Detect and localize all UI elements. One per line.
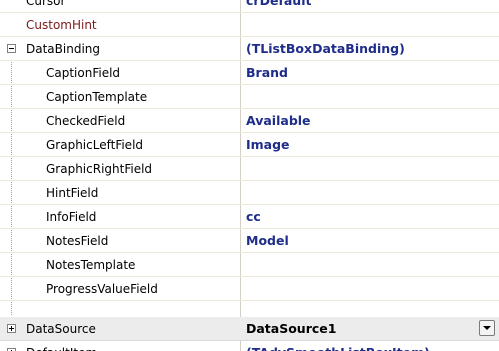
property-name: DefaultItem xyxy=(26,341,97,351)
property-row-databinding[interactable]: DataBinding (TListBoxDataBinding) xyxy=(0,37,499,61)
property-name: ProgressValueField xyxy=(46,282,158,296)
property-name: GraphicRightField xyxy=(46,162,153,176)
property-name: Cursor xyxy=(26,0,66,8)
property-name: DataBinding xyxy=(26,42,100,56)
property-name: DataSource xyxy=(26,322,96,336)
property-name: NotesField xyxy=(46,234,109,248)
property-name: GraphicLeftField xyxy=(46,138,144,152)
plus-box-icon[interactable] xyxy=(7,324,16,333)
property-row-graphicleftfield[interactable]: GraphicLeftField Image xyxy=(0,133,499,157)
property-row-checkedfield[interactable]: CheckedField Available xyxy=(0,109,499,133)
property-value[interactable]: Image xyxy=(246,133,290,157)
property-row-graphicrightfield[interactable]: GraphicRightField xyxy=(0,157,499,181)
property-row-cursor[interactable]: Cursor crDefault xyxy=(0,0,499,13)
property-row-progressvaluefield[interactable]: ProgressValueField xyxy=(0,277,499,301)
property-row-captionfield[interactable]: CaptionField Brand xyxy=(0,61,499,85)
property-value[interactable]: Available xyxy=(246,109,311,133)
property-name: NotesTemplate xyxy=(46,258,136,272)
property-value[interactable]: DataSource1 xyxy=(246,317,336,341)
property-value[interactable]: (TAdvSmoothListBoxItem) xyxy=(246,341,430,351)
property-row-captiontemplate[interactable]: CaptionTemplate xyxy=(0,85,499,109)
property-name: CaptionField xyxy=(46,66,121,80)
dropdown-arrow-icon[interactable] xyxy=(479,320,495,336)
property-value[interactable]: Brand xyxy=(246,61,288,85)
object-inspector: Cursor crDefault CustomHint DataBinding … xyxy=(0,0,499,351)
property-row-infofield[interactable]: InfoField cc xyxy=(0,205,499,229)
property-name: CaptionTemplate xyxy=(46,90,148,104)
property-row-defaultitem[interactable]: DefaultItem (TAdvSmoothListBoxItem) xyxy=(0,341,499,351)
property-value[interactable]: Model xyxy=(246,229,289,253)
property-row-customhint[interactable]: CustomHint xyxy=(0,13,499,37)
property-name: HintField xyxy=(46,186,99,200)
property-row-datasource[interactable]: DataSource DataSource1 xyxy=(0,317,499,341)
property-name: InfoField xyxy=(46,210,97,224)
property-value[interactable]: (TListBoxDataBinding) xyxy=(246,37,405,61)
property-name: CheckedField xyxy=(46,114,126,128)
property-row-hintfield[interactable]: HintField xyxy=(0,181,499,205)
property-value[interactable]: cc xyxy=(246,205,261,229)
property-name: CustomHint xyxy=(26,18,97,32)
property-value[interactable]: crDefault xyxy=(246,0,311,13)
minus-box-icon[interactable] xyxy=(7,44,16,53)
property-row-notesfield[interactable]: NotesField Model xyxy=(0,229,499,253)
property-row-notestemplate[interactable]: NotesTemplate xyxy=(0,253,499,277)
